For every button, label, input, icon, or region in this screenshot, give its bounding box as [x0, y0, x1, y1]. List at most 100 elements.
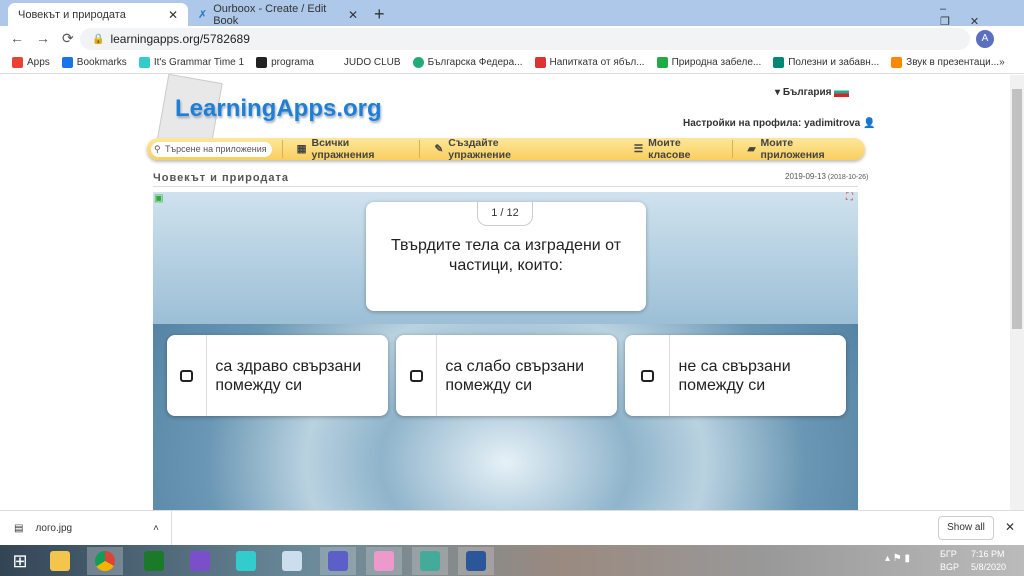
taskbar-app[interactable]	[366, 547, 402, 575]
bookmark[interactable]: JUDO CLUB	[344, 57, 401, 68]
bookmark[interactable]: Българска Федера...	[412, 57, 523, 68]
ourboox-icon: ✗	[198, 9, 208, 21]
apps-icon	[12, 57, 23, 68]
taskbar-app[interactable]	[182, 547, 218, 575]
search-input[interactable]: ⚲ Търсене на приложения	[151, 141, 272, 157]
language-indicator: БГР	[940, 549, 957, 559]
teams-icon	[328, 551, 348, 571]
close-icon[interactable]: ✕	[348, 8, 358, 22]
fullscreen-icon[interactable]: ⛶	[846, 192, 853, 203]
avatar[interactable]: A	[976, 30, 994, 48]
divider	[153, 186, 858, 187]
tv-icon	[256, 57, 268, 68]
new-tab-button[interactable]: +	[374, 4, 385, 25]
answer-option[interactable]: не са свързани помежду си	[625, 335, 846, 416]
keyboard-layout: BGP	[940, 562, 960, 572]
windows-icon: ⊞	[12, 550, 28, 571]
user-icon: 👤	[863, 118, 876, 129]
nav-buttons[interactable]: ←→⟳	[10, 30, 86, 47]
url-text: learningapps.org/5782689	[110, 32, 250, 46]
window-controls[interactable]: –❐✕	[940, 3, 1024, 28]
taskbar-app[interactable]	[87, 547, 123, 575]
federation-icon	[412, 57, 424, 68]
chrome-icon	[95, 551, 115, 571]
word-icon	[466, 551, 486, 571]
tab-ourboox[interactable]: ✗ Ourboox - Create / Edit Book ✕	[188, 2, 368, 27]
nav-label: Моите класове	[648, 137, 691, 161]
search-icon: ⚲	[154, 143, 161, 154]
send-icon	[138, 57, 150, 68]
more-bookmarks[interactable]: »	[999, 57, 1005, 68]
close-icon[interactable]: ✕	[1005, 520, 1015, 534]
taskbar-app[interactable]	[274, 547, 310, 575]
answer-option[interactable]: са слабо свързани помежду си	[396, 335, 617, 416]
taskbar-app[interactable]	[228, 547, 264, 575]
taskbar-app[interactable]	[42, 547, 78, 575]
bookmark-label: programa	[271, 57, 314, 68]
bookmark[interactable]: programa	[256, 57, 314, 68]
bookmark-label: Звук в презентаци...	[906, 57, 1000, 68]
bulgaria-flag-icon	[834, 87, 850, 98]
address-bar[interactable]: 🔒 learningapps.org/5782689	[80, 28, 970, 50]
bookmark-label: Bookmarks	[76, 57, 127, 68]
bookmark-label: Apps	[27, 57, 50, 68]
checkbox[interactable]	[167, 335, 208, 416]
bookmark[interactable]: Apps	[12, 57, 50, 68]
bookmark-label: JUDO CLUB	[343, 57, 401, 68]
apple-icon	[534, 57, 546, 68]
grid-icon: ▦	[296, 143, 307, 155]
paint-icon	[374, 551, 394, 571]
taskbar-app[interactable]	[458, 547, 494, 575]
nature-icon	[656, 57, 668, 68]
taskbar-app[interactable]	[320, 547, 356, 575]
nav-my-apps[interactable]: ▰ Моите приложения	[732, 137, 865, 161]
pencil-icon: ✎	[434, 143, 444, 155]
tab-active[interactable]: Човекът и природата ✕	[8, 3, 188, 26]
help-icon[interactable]: ▣	[154, 193, 163, 204]
bookmark-label: It's Grammar Time 1	[153, 57, 245, 68]
calculator-icon	[144, 551, 164, 571]
main-nav: ⚲ Търсене на приложения ▦ Всички упражнени…	[147, 137, 865, 161]
bookmark[interactable]: Bookmarks	[61, 57, 127, 68]
chevron-up-icon[interactable]: ˄	[153, 523, 159, 534]
checkbox[interactable]	[625, 335, 671, 416]
date-created: 2019-09-13	[785, 172, 826, 181]
tray-icons[interactable]: ▴ ⚑ ▮	[885, 553, 910, 564]
visual-studio-icon	[190, 551, 210, 571]
answer-text: не са свързани помежду си	[678, 357, 791, 394]
clock[interactable]: БГР BGP 7:16 PM 5/8/2020	[940, 548, 1006, 574]
language-select[interactable]: ▾ България	[775, 87, 850, 98]
answer-option[interactable]: са здраво свързани помежду си	[167, 335, 388, 416]
download-filename: лого.jpg	[35, 522, 73, 534]
bookmark-label: Българска Федера...	[427, 57, 523, 68]
bookmarks-bar: Apps Bookmarks It's Grammar Time 1 progr…	[0, 52, 1024, 74]
nav-my-classes[interactable]: ☰ Моите класове	[620, 137, 733, 161]
show-all-button[interactable]: Show all	[938, 516, 994, 540]
checkbox[interactable]	[396, 335, 438, 416]
bookmark[interactable]: Полезни и забавн...	[773, 57, 879, 68]
nav-all-exercises[interactable]: ▦ Всички упражнения	[281, 137, 420, 161]
nav-label: Всички упражнения	[311, 137, 375, 161]
send-app-icon	[236, 551, 256, 571]
search-placeholder: Търсене на приложения	[165, 143, 267, 154]
bookmark[interactable]: Звук в презентаци...	[891, 57, 999, 68]
tab-title: Ourboox - Create / Edit Book	[213, 2, 327, 27]
taskbar-app[interactable]	[136, 547, 172, 575]
close-icon[interactable]: ✕	[168, 8, 178, 22]
bookmark-label: Природна забеле...	[671, 57, 762, 68]
bookmark[interactable]: Напитката от ябъл...	[534, 57, 645, 68]
scrollbar[interactable]	[1010, 75, 1024, 510]
nav-label: Моите приложения	[760, 137, 825, 161]
profile-link[interactable]: Настройки на профила: yadimitrova 👤	[683, 118, 875, 129]
start-button[interactable]: ⊞	[2, 547, 38, 575]
bookmark[interactable]: It's Grammar Time 1	[138, 57, 245, 68]
list-icon: ☰	[633, 143, 644, 155]
bookmark[interactable]: Природна забеле...	[656, 57, 762, 68]
logo[interactable]: LearningApps.org	[175, 95, 382, 123]
taskbar-app[interactable]	[412, 547, 448, 575]
lock-icon: 🔒	[92, 33, 105, 45]
download-item[interactable]: ▤ лого.jpg ˄	[0, 511, 172, 545]
nav-create-exercise[interactable]: ✎ Създайте упражнение	[419, 137, 567, 161]
photos-icon	[420, 551, 440, 571]
bookmark-label: Напитката от ябъл...	[549, 57, 645, 68]
